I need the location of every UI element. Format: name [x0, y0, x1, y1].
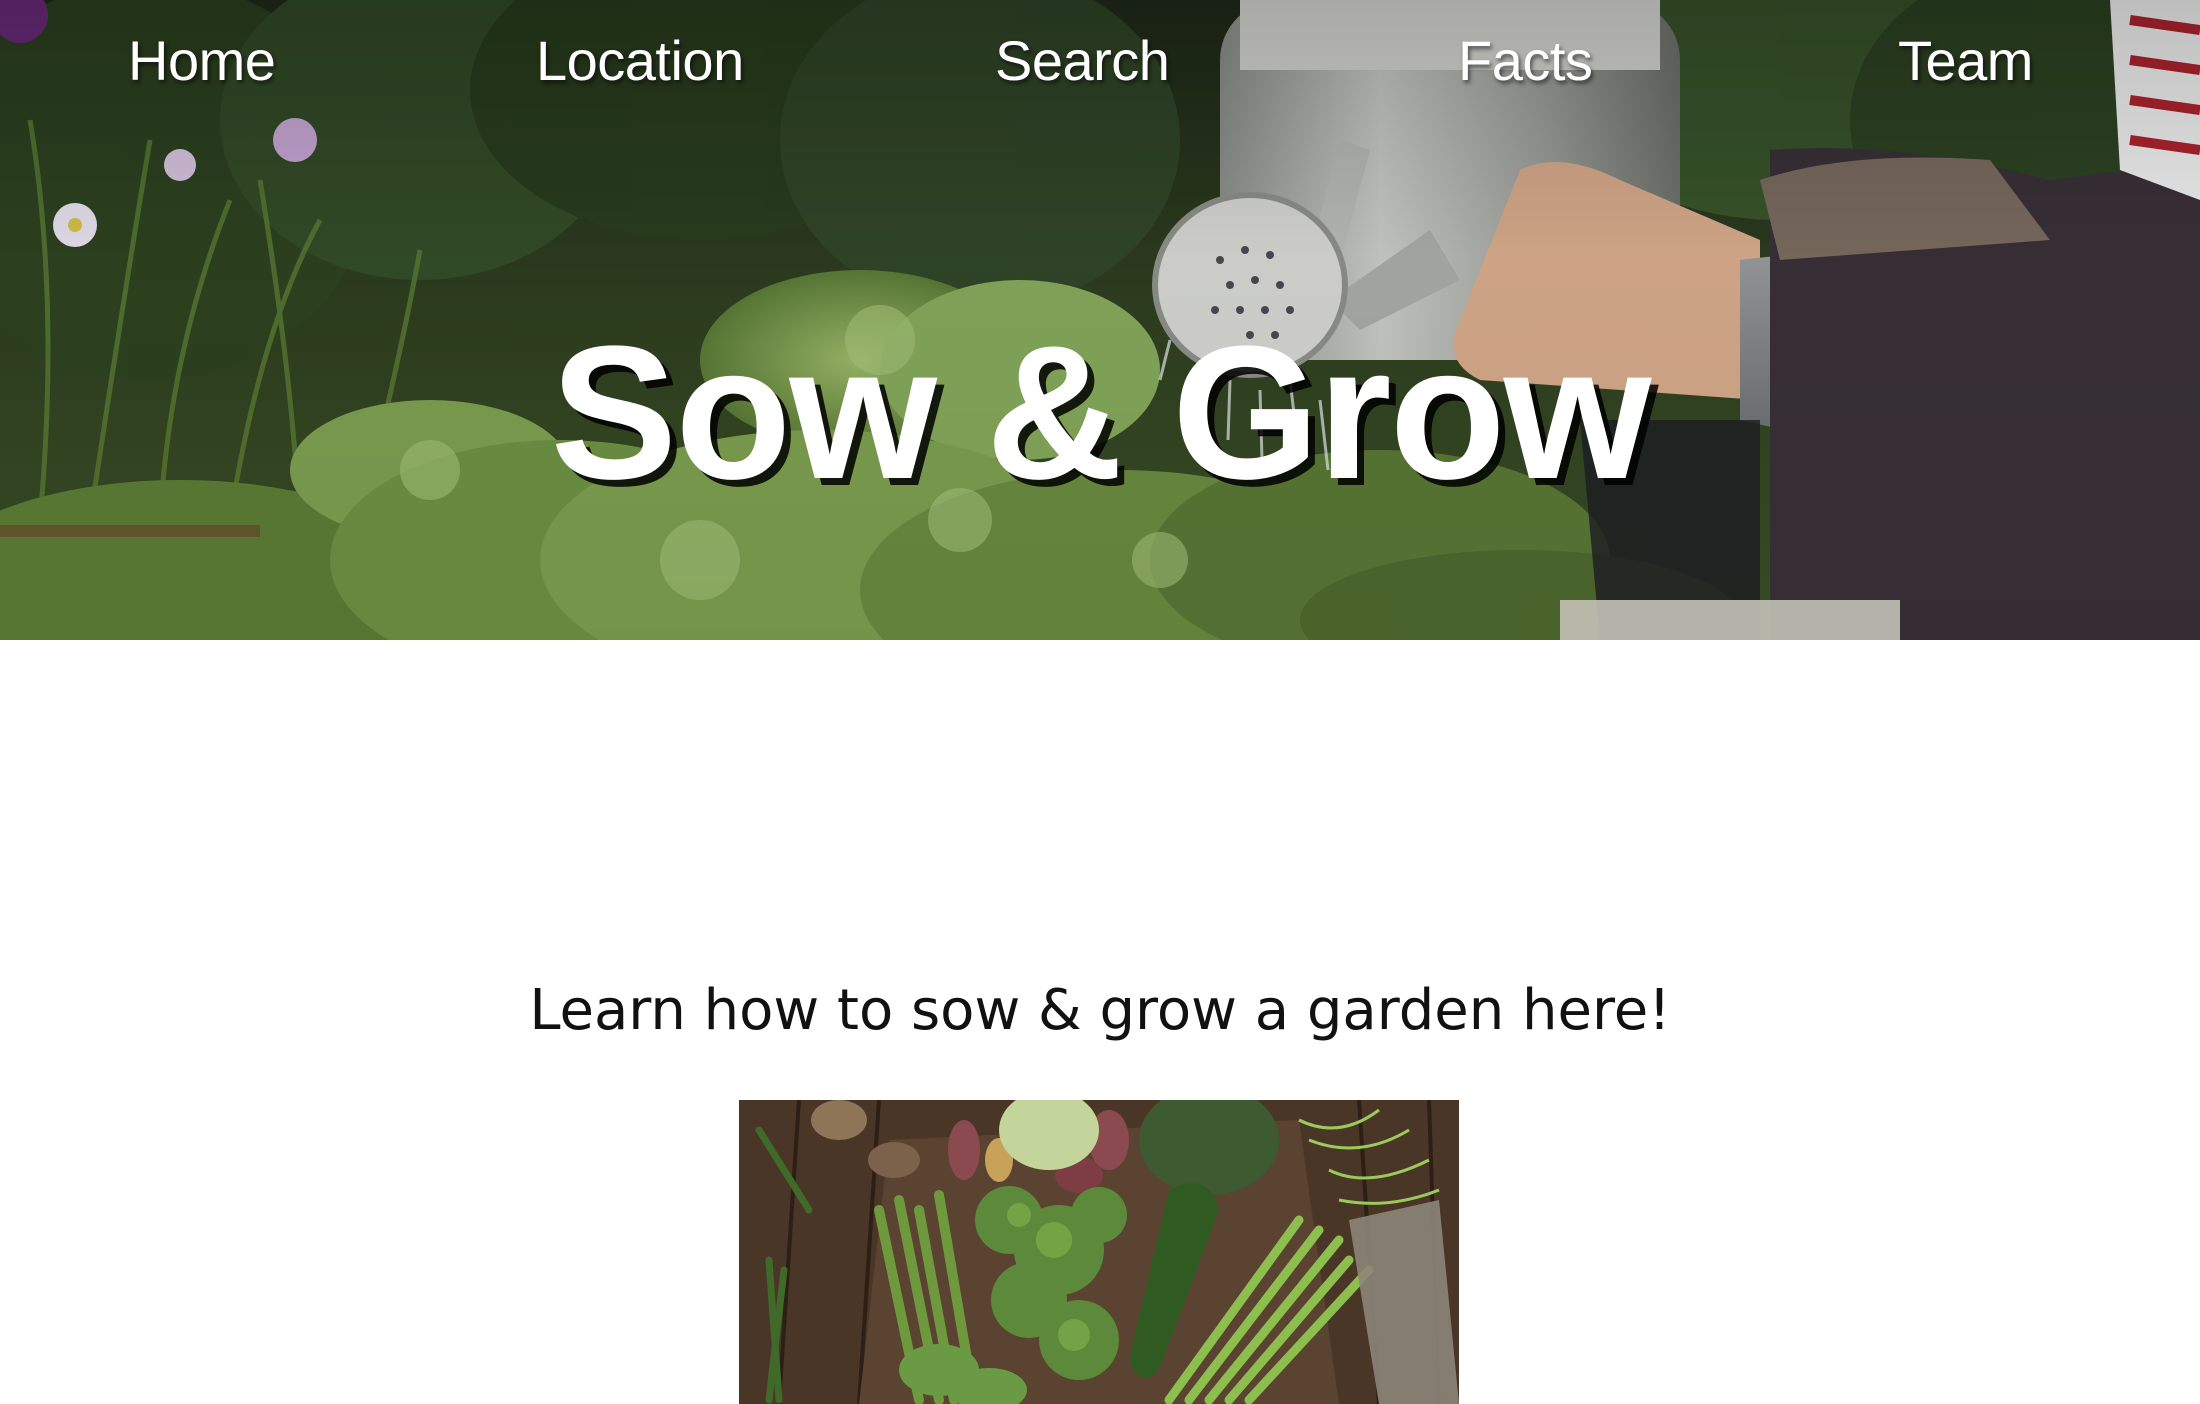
nav-facts-link[interactable]: Facts	[1458, 28, 1593, 93]
vegetables-photo	[739, 1100, 1459, 1404]
nav-search-link[interactable]: Search	[995, 28, 1170, 93]
nav-team-link[interactable]: Team	[1898, 28, 2033, 93]
nav-home-link[interactable]: Home	[128, 28, 276, 93]
site-title: Sow & Grow	[550, 307, 1652, 519]
hero-banner: Home Location Search Facts Team Sow & Gr…	[0, 0, 2200, 640]
vegetables-image	[739, 1100, 1459, 1404]
page: Home Location Search Facts Team Sow & Gr…	[0, 0, 2200, 1404]
top-navigation: Home Location Search Facts Team	[0, 0, 2200, 130]
intro-tagline: Learn how to sow & grow a garden here!	[529, 978, 1671, 1043]
nav-location-link[interactable]: Location	[536, 28, 744, 93]
